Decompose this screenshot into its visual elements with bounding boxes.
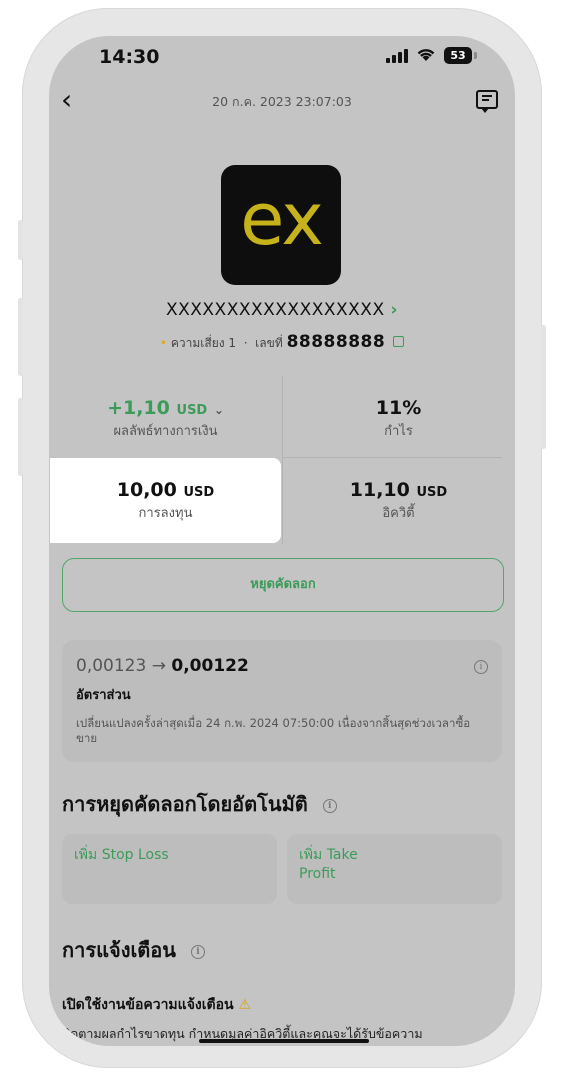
phone-side-button — [541, 325, 546, 449]
chevron-right-icon: › — [390, 300, 399, 320]
trader-name: XXXXXXXXXXXXXXXXXX — [165, 300, 385, 320]
phone-side-button — [18, 298, 23, 376]
trader-meta: • ความเสี่ยง 1 · เลขที่ 88888888 — [49, 332, 515, 353]
add-stop-loss-button[interactable]: เพิ่ม Stop Loss — [62, 834, 277, 904]
profit-stat: 11% กำไร — [282, 397, 515, 441]
ratio-to: 0,00122 — [171, 656, 249, 676]
stats-divider — [282, 457, 502, 458]
battery-icon: 53 — [444, 47, 472, 64]
trader-logo: ex — [221, 165, 341, 285]
meta-separator: · — [243, 336, 248, 350]
chat-icon[interactable] — [476, 90, 498, 113]
phone-side-button — [18, 220, 23, 260]
risk-label: ความเสี่ยง 1 — [170, 336, 237, 350]
stop-copy-button[interactable]: หยุดคัดลอก — [62, 558, 504, 612]
app-screen: 14:30 53 ‹ 20 ก.ค. 2023 23:07:03 ex XXXX… — [49, 36, 515, 1046]
investment-stat: 10,00 USD การลงทุน — [49, 479, 282, 523]
home-indicator — [199, 1039, 369, 1043]
chevron-down-icon: ⌄ — [213, 403, 224, 417]
trader-name-link[interactable]: XXXXXXXXXXXXXXXXXX › — [49, 300, 515, 320]
header-datetime: 20 ก.ค. 2023 23:07:03 — [212, 94, 352, 109]
info-icon[interactable]: i — [474, 660, 488, 674]
info-icon[interactable]: i — [190, 945, 205, 959]
investment-label: การลงทุน — [138, 506, 193, 521]
stop-loss-label: เพิ่ม Stop Loss — [74, 847, 169, 863]
phone-side-button — [18, 398, 23, 476]
auto-stop-title: การหยุดคัดลอกโดยอัตโนมัติ i — [62, 788, 337, 820]
financial-result-value: +1,10 — [107, 397, 170, 419]
account-number: 88888888 — [286, 332, 386, 352]
profit-value: 11% — [375, 397, 422, 419]
financial-result-stat[interactable]: +1,10 USD ⌄ ผลลัพธ์ทางการเงิน — [49, 397, 282, 441]
investment-value: 10,00 — [116, 479, 177, 501]
equity-label: อิควิตี้ — [382, 506, 415, 521]
copy-icon[interactable] — [393, 336, 405, 347]
financial-result-label: ผลลัพธ์ทางการเงิน — [113, 424, 218, 439]
equity-unit: USD — [416, 485, 448, 500]
enable-alerts-text: เปิดใช้งานข้อความแจ้งเตือน — [62, 997, 234, 1013]
profit-label: กำไร — [384, 424, 413, 439]
add-take-profit-button[interactable]: เพิ่ม Take Profit — [287, 834, 502, 904]
ratio-note: เปลี่ยนแปลงครั้งล่าสุดเมื่อ 24 ก.พ. 2024… — [76, 716, 471, 745]
enable-alerts-title[interactable]: เปิดใช้งานข้อความแจ้งเตือน ⚠ — [62, 994, 251, 1016]
ratio-card: 0,00123 → 0,00122 i อัตราส่วน เปลี่ยนแปล… — [62, 640, 502, 762]
ratio-arrow: → — [151, 656, 166, 676]
alerts-title-text: การแจ้งเตือน — [62, 938, 176, 962]
ratio-from: 0,00123 — [76, 656, 147, 676]
ratio-values: 0,00123 → 0,00122 — [76, 656, 249, 676]
wifi-icon — [416, 46, 436, 67]
financial-result-unit: USD — [176, 403, 208, 418]
account-label: เลขที่ — [255, 336, 283, 350]
status-time: 14:30 — [99, 46, 160, 68]
investment-unit: USD — [183, 485, 215, 500]
risk-dot-icon: • — [159, 336, 168, 350]
take-profit-label: เพิ่ม Take Profit — [299, 847, 358, 882]
alerts-title: การแจ้งเตือน i — [62, 934, 205, 966]
equity-value: 11,10 — [349, 479, 410, 501]
battery-tip — [474, 52, 477, 59]
signal-icon — [386, 49, 410, 63]
info-icon[interactable]: i — [322, 799, 337, 813]
equity-stat: 11,10 USD อิควิตี้ — [282, 479, 515, 523]
ratio-label: อัตราส่วน — [76, 688, 131, 703]
warning-icon: ⚠ — [238, 997, 252, 1013]
auto-stop-title-text: การหยุดคัดลอกโดยอัตโนมัติ — [62, 792, 308, 816]
